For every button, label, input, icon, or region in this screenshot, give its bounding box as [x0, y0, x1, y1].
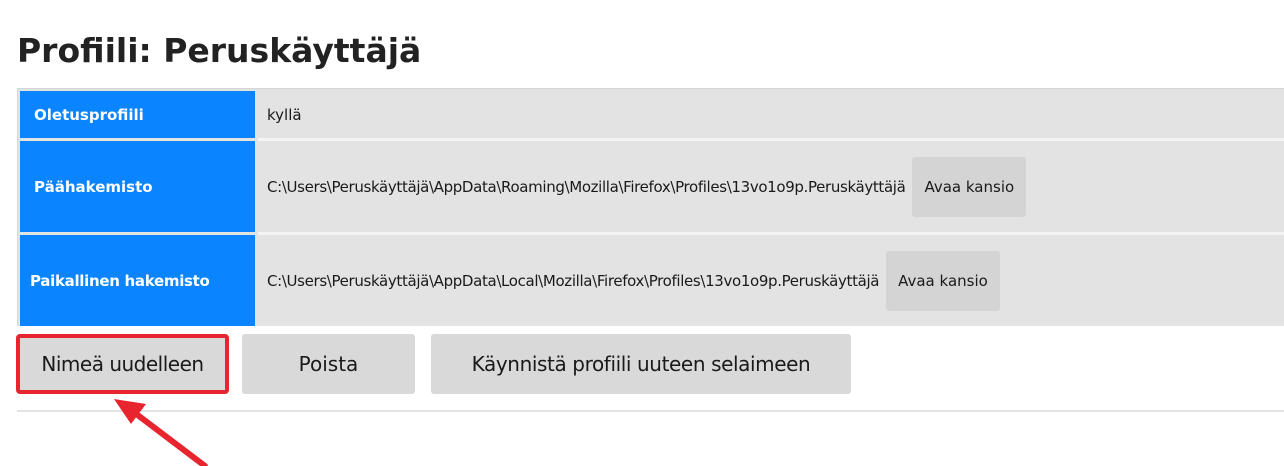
launch-profile-button[interactable]: Käynnistä profiili uuteen selaimeen [431, 334, 851, 394]
table-row-root-directory: Päähakemisto C:\Users\Peruskäyttäjä\AppD… [18, 141, 1284, 232]
page-title: Profiili: Peruskäyttäjä [17, 31, 422, 71]
local-directory-path: C:\Users\Peruskäyttäjä\AppData\Local\Moz… [267, 271, 880, 290]
root-directory-label: Päähakemisto [20, 141, 255, 232]
profile-info-table: Oletusprofiili kyllä Päähakemisto C:\Use… [17, 88, 1284, 326]
rename-button[interactable]: Nimeä uudelleen [16, 334, 229, 394]
default-profile-value-text: kyllä [267, 105, 302, 124]
local-directory-value: C:\Users\Peruskäyttäjä\AppData\Local\Moz… [267, 235, 1000, 326]
root-directory-path: C:\Users\Peruskäyttäjä\AppData\Roaming\M… [267, 177, 906, 196]
root-directory-value: C:\Users\Peruskäyttäjä\AppData\Roaming\M… [267, 141, 1027, 232]
delete-button[interactable]: Poista [242, 334, 415, 394]
default-profile-value: kyllä [267, 91, 302, 138]
default-profile-label: Oletusprofiili [20, 91, 255, 138]
open-local-folder-button[interactable]: Avaa kansio [886, 250, 1000, 311]
table-row-local-directory: Paikallinen hakemisto C:\Users\Peruskäyt… [18, 235, 1284, 326]
table-row-default-profile: Oletusprofiili kyllä [18, 91, 1284, 138]
open-root-folder-button[interactable]: Avaa kansio [912, 156, 1027, 217]
local-directory-label: Paikallinen hakemisto [20, 235, 255, 326]
section-divider [17, 410, 1284, 412]
